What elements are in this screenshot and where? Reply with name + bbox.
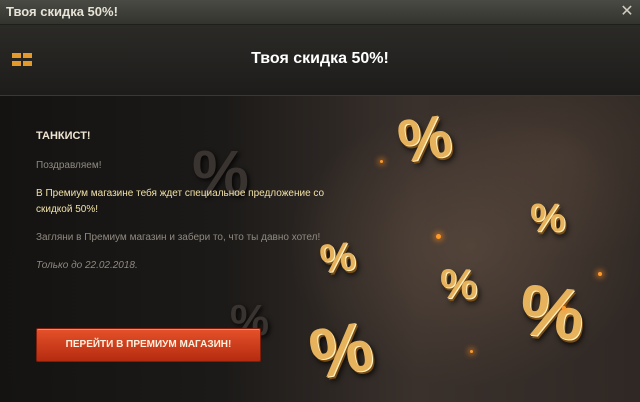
close-icon[interactable]: ✕ bbox=[614, 0, 640, 24]
percent-symbol-decoration: % bbox=[303, 306, 379, 394]
percent-symbol-decoration: % bbox=[393, 101, 456, 176]
spark-decoration bbox=[470, 350, 473, 353]
spark-decoration bbox=[436, 234, 441, 239]
dialog-heading: Твоя скидка 50%! bbox=[251, 50, 389, 67]
dialog-header: Твоя скидка 50%! bbox=[0, 25, 640, 96]
percent-symbol-decoration: % bbox=[530, 196, 566, 240]
greeting-heading: ТАНКИСТ! bbox=[36, 130, 91, 142]
spark-decoration bbox=[380, 160, 383, 163]
spark-decoration bbox=[598, 272, 602, 276]
window-title: Твоя скидка 50%! bbox=[6, 4, 118, 19]
congrats-text: Поздравляем! bbox=[36, 160, 102, 171]
title-bar[interactable]: Твоя скидка 50%! ✕ bbox=[0, 0, 640, 25]
dialog-window: Твоя скидка 50%! ✕ Твоя скидка 50%! % % … bbox=[0, 0, 640, 402]
expiry-text: Только до 22.02.2018. bbox=[36, 260, 138, 271]
promo-content: % % % % % % % % ТАНКИСТ! Поздравляем! В … bbox=[0, 96, 640, 402]
go-to-premium-shop-button[interactable]: ПЕРЕЙТИ В ПРЕМИУМ МАГАЗИН! bbox=[36, 328, 261, 362]
promo-message: ТАНКИСТ! Поздравляем! В Премиум магазине… bbox=[36, 128, 326, 274]
spark-decoration bbox=[562, 306, 566, 310]
offer-text: В Премиум магазине тебя ждет специальное… bbox=[36, 188, 325, 215]
invite-text: Загляни в Премиум магазин и забери то, ч… bbox=[36, 232, 321, 243]
percent-symbol-decoration: % bbox=[515, 269, 589, 357]
percent-symbol-decoration: % bbox=[440, 260, 478, 307]
